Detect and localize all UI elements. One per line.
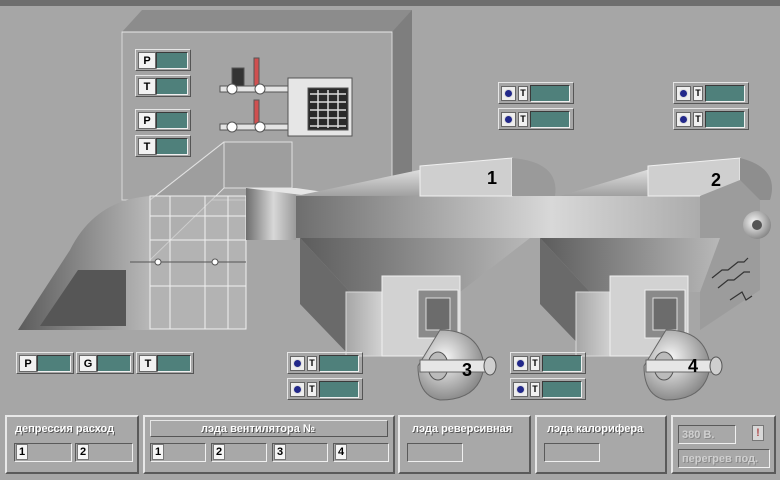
fan-3-sensor-a[interactable]: T — [287, 352, 363, 374]
fan-state-panel: лэда вентилятора № 1 2 3 4 — [143, 415, 395, 474]
slot-number: 1 — [16, 444, 28, 460]
fan-status-icon — [676, 112, 691, 127]
fan-status-icon — [676, 86, 691, 101]
fan-state-slot-4[interactable]: 4 — [333, 443, 389, 462]
slot-number: 2 — [77, 444, 89, 460]
fan-3-sensor-b[interactable]: T — [287, 378, 363, 400]
fan-2-number: 2 — [711, 170, 722, 190]
fan-4-number: 4 — [688, 356, 699, 376]
fan-state-slot-3[interactable]: 3 — [272, 443, 328, 462]
sensor-g-label: G — [79, 355, 97, 372]
rear-box-side — [392, 10, 412, 200]
fan-1-sensor-a[interactable]: T — [498, 82, 574, 104]
sensor-box-p1[interactable]: P — [135, 49, 191, 71]
heater-title: лэда калорифера — [547, 423, 644, 435]
sensor-t-label: T — [693, 112, 703, 127]
fan-1-sensor-b[interactable]: T — [498, 108, 574, 130]
fan-state-slot-2[interactable]: 2 — [211, 443, 267, 462]
sensor-t-label: T — [139, 355, 157, 372]
main-manifold — [296, 196, 760, 238]
main-duct — [246, 188, 296, 240]
sensor-t-label: T — [307, 382, 317, 397]
depression-title: депрессия расход — [15, 423, 115, 435]
sensor-t-label: T — [518, 86, 528, 101]
sensor-t-label: T — [530, 356, 540, 371]
fan-status-icon — [290, 356, 305, 371]
fan-1-number: 1 — [487, 168, 498, 188]
sensor-value — [542, 381, 582, 398]
sensor-p-label: P — [138, 52, 156, 69]
sensor-value — [530, 85, 570, 102]
sensor-t-label: T — [530, 382, 540, 397]
ventilation-scene — [0, 0, 780, 401]
voltage-label: 380 В. — [682, 429, 715, 441]
sensor-value — [157, 355, 191, 372]
fan-state-title: лэда вентилятора № — [201, 423, 316, 435]
fan-3-number: 3 — [462, 360, 473, 380]
depression-slot-1[interactable]: 1 — [14, 443, 72, 462]
sensor-value — [705, 85, 745, 102]
sensor-p-label: P — [19, 355, 37, 372]
fan-status-icon — [513, 356, 528, 371]
sensor-value — [97, 355, 131, 372]
fan-status-icon — [513, 382, 528, 397]
sensor-box-t1[interactable]: T — [135, 75, 191, 97]
voltage-indicator: 380 В. — [678, 425, 736, 444]
sensor-bottom-t[interactable]: T — [136, 352, 194, 374]
reverse-title: лэда реверсивная — [412, 423, 513, 435]
fan-state-slot-1[interactable]: 1 — [150, 443, 206, 462]
fan-2-sensor-a[interactable]: T — [673, 82, 749, 104]
sensor-value — [319, 355, 359, 372]
alarm-icon[interactable]: ! — [752, 425, 764, 441]
slot-number: 4 — [335, 444, 347, 460]
slot-number: 2 — [213, 444, 225, 460]
sensor-t-label: T — [138, 78, 156, 95]
heater-panel: лэда калорифера — [535, 415, 667, 474]
overheat-indicator: перегрев под. — [678, 449, 770, 468]
sensor-t-label: T — [693, 86, 703, 101]
fan-status-icon — [290, 382, 305, 397]
fan-status-icon — [501, 112, 516, 127]
fan-4-sensor-a[interactable]: T — [510, 352, 586, 374]
sensor-t-label: T — [307, 356, 317, 371]
fan-status-icon — [501, 86, 516, 101]
sensor-value — [156, 78, 188, 95]
sensor-value — [542, 355, 582, 372]
sensor-box-t2[interactable]: T — [135, 135, 191, 157]
sensor-p-label: P — [138, 112, 156, 129]
depression-panel: депрессия расход 1 2 — [5, 415, 139, 474]
reverse-panel: лэда реверсивная — [398, 415, 531, 474]
sensor-box-p2[interactable]: P — [135, 109, 191, 131]
sensor-bottom-g[interactable]: G — [76, 352, 134, 374]
slot-number: 1 — [152, 444, 164, 460]
sensor-value — [156, 138, 188, 155]
sensor-t-label: T — [518, 112, 528, 127]
sensor-value — [156, 112, 188, 129]
power-panel: 380 В. ! перегрев под. — [671, 415, 776, 474]
sensor-value — [319, 381, 359, 398]
rear-box-top — [122, 10, 412, 32]
slot-number: 3 — [274, 444, 286, 460]
sensor-value — [156, 52, 188, 69]
fan-4-sensor-b[interactable]: T — [510, 378, 586, 400]
overheat-label: перегрев под. — [682, 453, 759, 465]
top-strip — [0, 0, 780, 6]
reverse-slot[interactable] — [407, 443, 463, 462]
sensor-bottom-p[interactable]: P — [16, 352, 74, 374]
sensor-t-label: T — [138, 138, 156, 155]
sensor-value — [530, 111, 570, 128]
sensor-value — [37, 355, 71, 372]
heater-slot[interactable] — [544, 443, 600, 462]
fan-2-sensor-b[interactable]: T — [673, 108, 749, 130]
sensor-value — [705, 111, 745, 128]
depression-slot-2[interactable]: 2 — [75, 443, 133, 462]
